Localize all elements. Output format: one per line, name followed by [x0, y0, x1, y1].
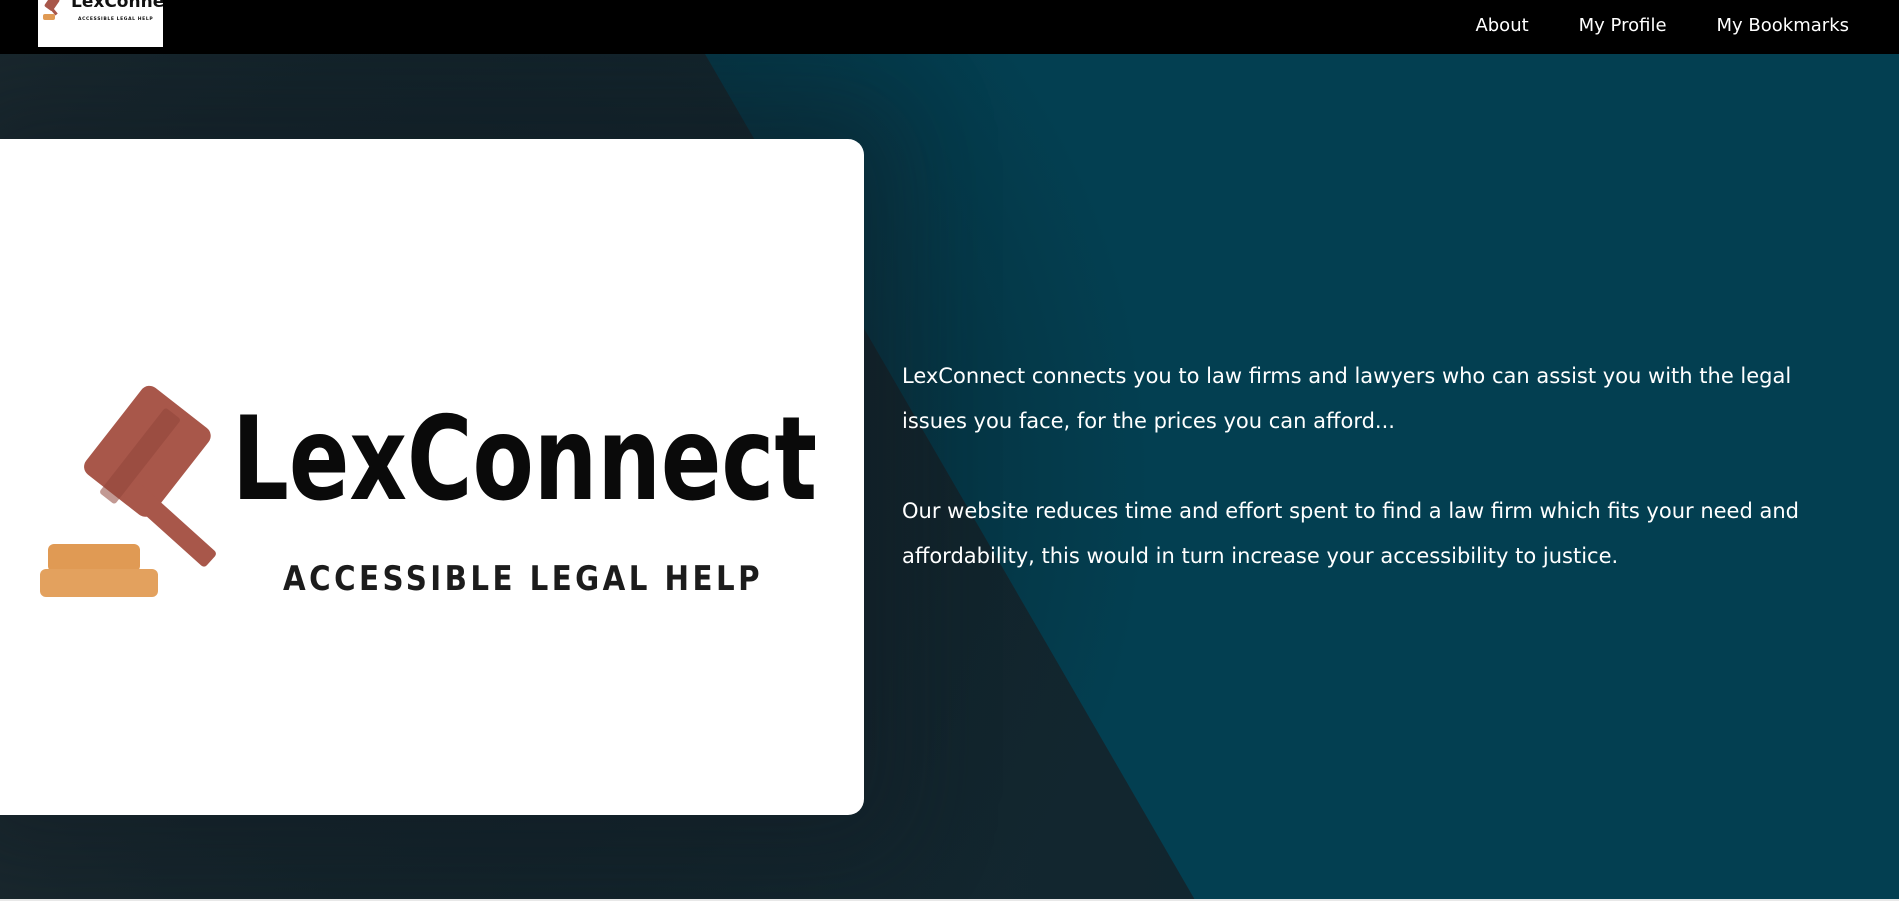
hero-section: LexConnect ACCESSIBLE LEGAL HELP LexConn… — [0, 54, 1899, 900]
logo-tagline: ACCESSIBLE LEGAL HELP — [283, 559, 763, 599]
hero-description: LexConnect connects you to law firms and… — [902, 354, 1862, 624]
brand-logo-card: LexConnect ACCESSIBLE LEGAL HELP — [0, 139, 864, 815]
brand-logo-image: LexConnect ACCESSIBLE LEGAL HELP — [40, 385, 817, 599]
hero-paragraph-intro: LexConnect connects you to law firms and… — [902, 364, 1792, 433]
logo-wordmark: LexConnect — [232, 392, 817, 527]
nav-logo-wordmark: LexConnect — [71, 0, 163, 12]
nav-logo-tagline: ACCESSIBLE LEGAL HELP — [78, 16, 153, 22]
nav-logo-image: LexConnect ACCESSIBLE LEGAL HELP — [43, 0, 163, 22]
top-navbar: LexConnect ACCESSIBLE LEGAL HELP About M… — [0, 0, 1899, 54]
gavel-icon — [43, 0, 60, 20]
nav-my-bookmarks-link[interactable]: My Bookmarks — [1717, 15, 1849, 36]
hero-paragraph-benefits: Our website reduces time and effort spen… — [902, 499, 1799, 568]
nav-logo[interactable]: LexConnect ACCESSIBLE LEGAL HELP — [38, 0, 163, 47]
gavel-icon — [40, 385, 216, 597]
nav-about-link[interactable]: About — [1475, 15, 1528, 36]
nav-my-profile-link[interactable]: My Profile — [1579, 15, 1667, 36]
main-nav: About My Profile My Bookmarks — [1475, 0, 1849, 50]
